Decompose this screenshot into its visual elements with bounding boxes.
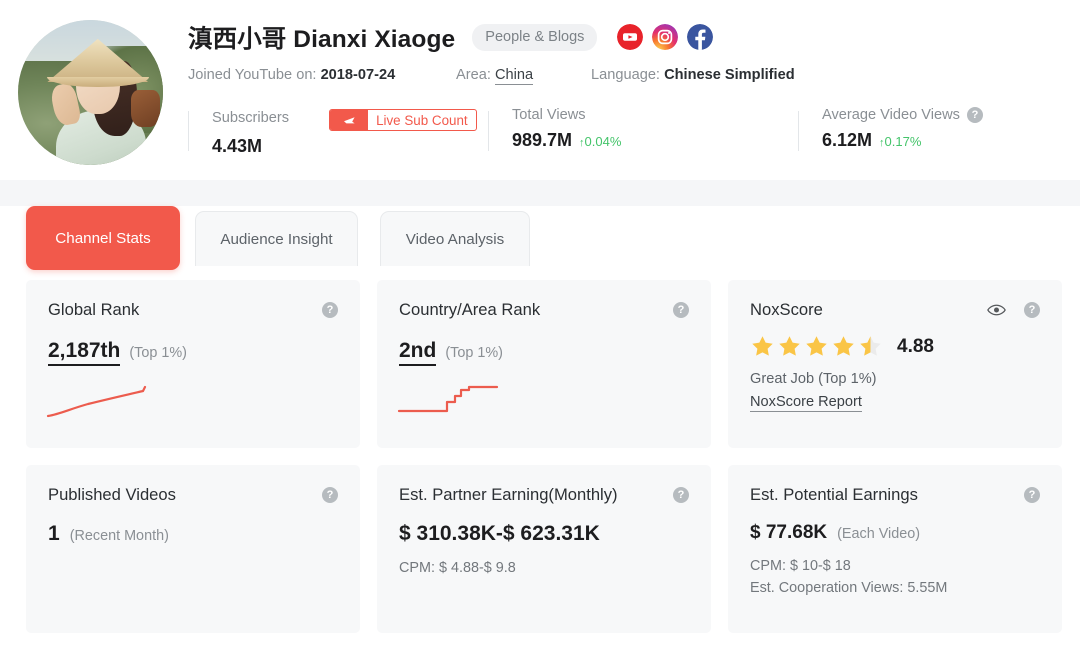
global-rank-title: Global Rank	[48, 300, 139, 320]
avatar-photo	[18, 20, 163, 165]
live-sub-count-button[interactable]: Live Sub Count	[329, 109, 477, 131]
total-views-value: 989.7M	[512, 130, 572, 151]
help-icon[interactable]: ?	[1024, 487, 1040, 503]
channel-header: 滇西小哥 Dianxi Xiaoge People & Blogs	[0, 0, 1080, 180]
tab-video-analysis[interactable]: Video Analysis	[380, 211, 530, 266]
potential-earnings-title: Est. Potential Earnings	[750, 485, 918, 505]
average-video-views-label: Average Video Views	[822, 107, 960, 123]
channel-header-main: 滇西小哥 Dianxi Xiaoge People & Blogs	[188, 14, 1080, 83]
potential-earnings-coop-views: Est. Cooperation Views: 5.55M	[750, 580, 1040, 596]
channel-stats-strip: Subscribers Live Sub Count 4.43M	[188, 107, 1080, 157]
star-full-icon	[804, 334, 829, 359]
global-rank-sparkline	[46, 378, 186, 422]
tab-bar: Channel Stats Audience Insight Video Ana…	[0, 206, 1080, 277]
card-noxscore: NoxScore ?	[728, 280, 1062, 448]
channel-avatar[interactable]	[18, 20, 163, 165]
published-videos-value: 1	[48, 522, 60, 546]
country-rank-value[interactable]: 2nd	[399, 339, 436, 366]
area-label: Area:	[456, 67, 491, 83]
country-rank-sparkline	[397, 378, 537, 422]
help-icon[interactable]: ?	[322, 487, 338, 503]
help-icon[interactable]: ?	[322, 302, 338, 318]
noxscore-message: Great Job (Top 1%)	[750, 371, 1040, 387]
partner-earning-value: $ 310.38K-$ 623.31K	[399, 522, 600, 546]
global-rank-note: (Top 1%)	[129, 345, 187, 361]
page-title: 滇西小哥 Dianxi Xiaoge	[188, 20, 455, 55]
star-full-icon	[777, 334, 802, 359]
subscribers-value: 4.43M	[212, 136, 262, 157]
partner-earning-cpm: CPM: $ 4.88-$ 9.8	[399, 560, 689, 576]
instagram-icon[interactable]	[652, 24, 678, 50]
stat-average-video-views: Average Video Views ? 6.12M ↑0.17%	[798, 107, 1048, 151]
social-links	[617, 24, 713, 50]
star-full-icon	[750, 334, 775, 359]
noxscore-title: NoxScore	[750, 300, 823, 320]
stat-subscribers: Subscribers Live Sub Count 4.43M	[188, 107, 488, 157]
youtube-icon[interactable]	[617, 24, 643, 50]
tab-audience-insight[interactable]: Audience Insight	[195, 211, 358, 266]
total-views-label: Total Views	[512, 107, 586, 123]
language-value: Chinese Simplified	[664, 67, 795, 83]
category-badge: People & Blogs	[472, 24, 597, 51]
joined-label: Joined YouTube on:	[188, 67, 317, 83]
country-rank-title: Country/Area Rank	[399, 300, 540, 320]
channel-meta-row: Joined YouTube on: 2018-07-24 Area: Chin…	[188, 67, 1080, 83]
cursor-icon	[330, 110, 368, 130]
average-video-views-value: 6.12M	[822, 130, 872, 151]
card-potential-earnings: Est. Potential Earnings ? $ 77.68K (Each…	[728, 465, 1062, 633]
language-label: Language:	[591, 67, 660, 83]
noxscore-value: 4.88	[897, 336, 934, 358]
joined-date: Joined YouTube on: 2018-07-24	[188, 67, 456, 83]
joined-value: 2018-07-24	[321, 67, 396, 83]
partner-earning-title: Est. Partner Earning(Monthly)	[399, 485, 618, 505]
potential-earnings-value: $ 77.68K	[750, 522, 827, 544]
help-icon[interactable]: ?	[673, 487, 689, 503]
help-icon[interactable]: ?	[673, 302, 689, 318]
published-videos-title: Published Videos	[48, 485, 176, 505]
average-video-views-delta: ↑0.17%	[879, 134, 921, 149]
area-value-link[interactable]: China	[495, 67, 533, 85]
channel-title-row: 滇西小哥 Dianxi Xiaoge People & Blogs	[188, 20, 1080, 54]
channel-analytics-page: 滇西小哥 Dianxi Xiaoge People & Blogs	[0, 0, 1080, 660]
noxscore-report-link[interactable]: NoxScore Report	[750, 394, 862, 412]
star-full-icon	[831, 334, 856, 359]
eye-icon[interactable]	[987, 304, 1006, 316]
subscribers-label: Subscribers	[212, 110, 289, 126]
facebook-icon[interactable]	[687, 24, 713, 50]
country-rank-note: (Top 1%)	[445, 345, 503, 361]
section-divider-band	[0, 180, 1080, 206]
potential-earnings-cpm: CPM: $ 10-$ 18	[750, 558, 1040, 574]
star-rating	[750, 334, 883, 359]
published-videos-note: (Recent Month)	[70, 528, 169, 544]
total-views-delta: ↑0.04%	[579, 134, 621, 149]
potential-earnings-note: (Each Video)	[837, 526, 920, 542]
stat-total-views: Total Views 989.7M ↑0.04%	[488, 107, 798, 151]
help-icon[interactable]: ?	[1024, 302, 1040, 318]
card-published-videos: Published Videos ? 1 (Recent Month)	[26, 465, 360, 633]
stats-card-grid: Global Rank ? 2,187th (Top 1%) Country/A…	[0, 280, 1080, 633]
channel-language: Language: Chinese Simplified	[591, 67, 795, 83]
live-sub-count-label: Live Sub Count	[368, 110, 476, 130]
star-half-icon	[858, 334, 883, 359]
card-global-rank: Global Rank ? 2,187th (Top 1%)	[26, 280, 360, 448]
help-icon[interactable]: ?	[967, 107, 983, 123]
channel-area: Area: China	[456, 67, 591, 83]
tab-channel-stats[interactable]: Channel Stats	[26, 206, 180, 270]
global-rank-value[interactable]: 2,187th	[48, 339, 120, 366]
card-country-area-rank: Country/Area Rank ? 2nd (Top 1%)	[377, 280, 711, 448]
card-partner-earning: Est. Partner Earning(Monthly) ? $ 310.38…	[377, 465, 711, 633]
